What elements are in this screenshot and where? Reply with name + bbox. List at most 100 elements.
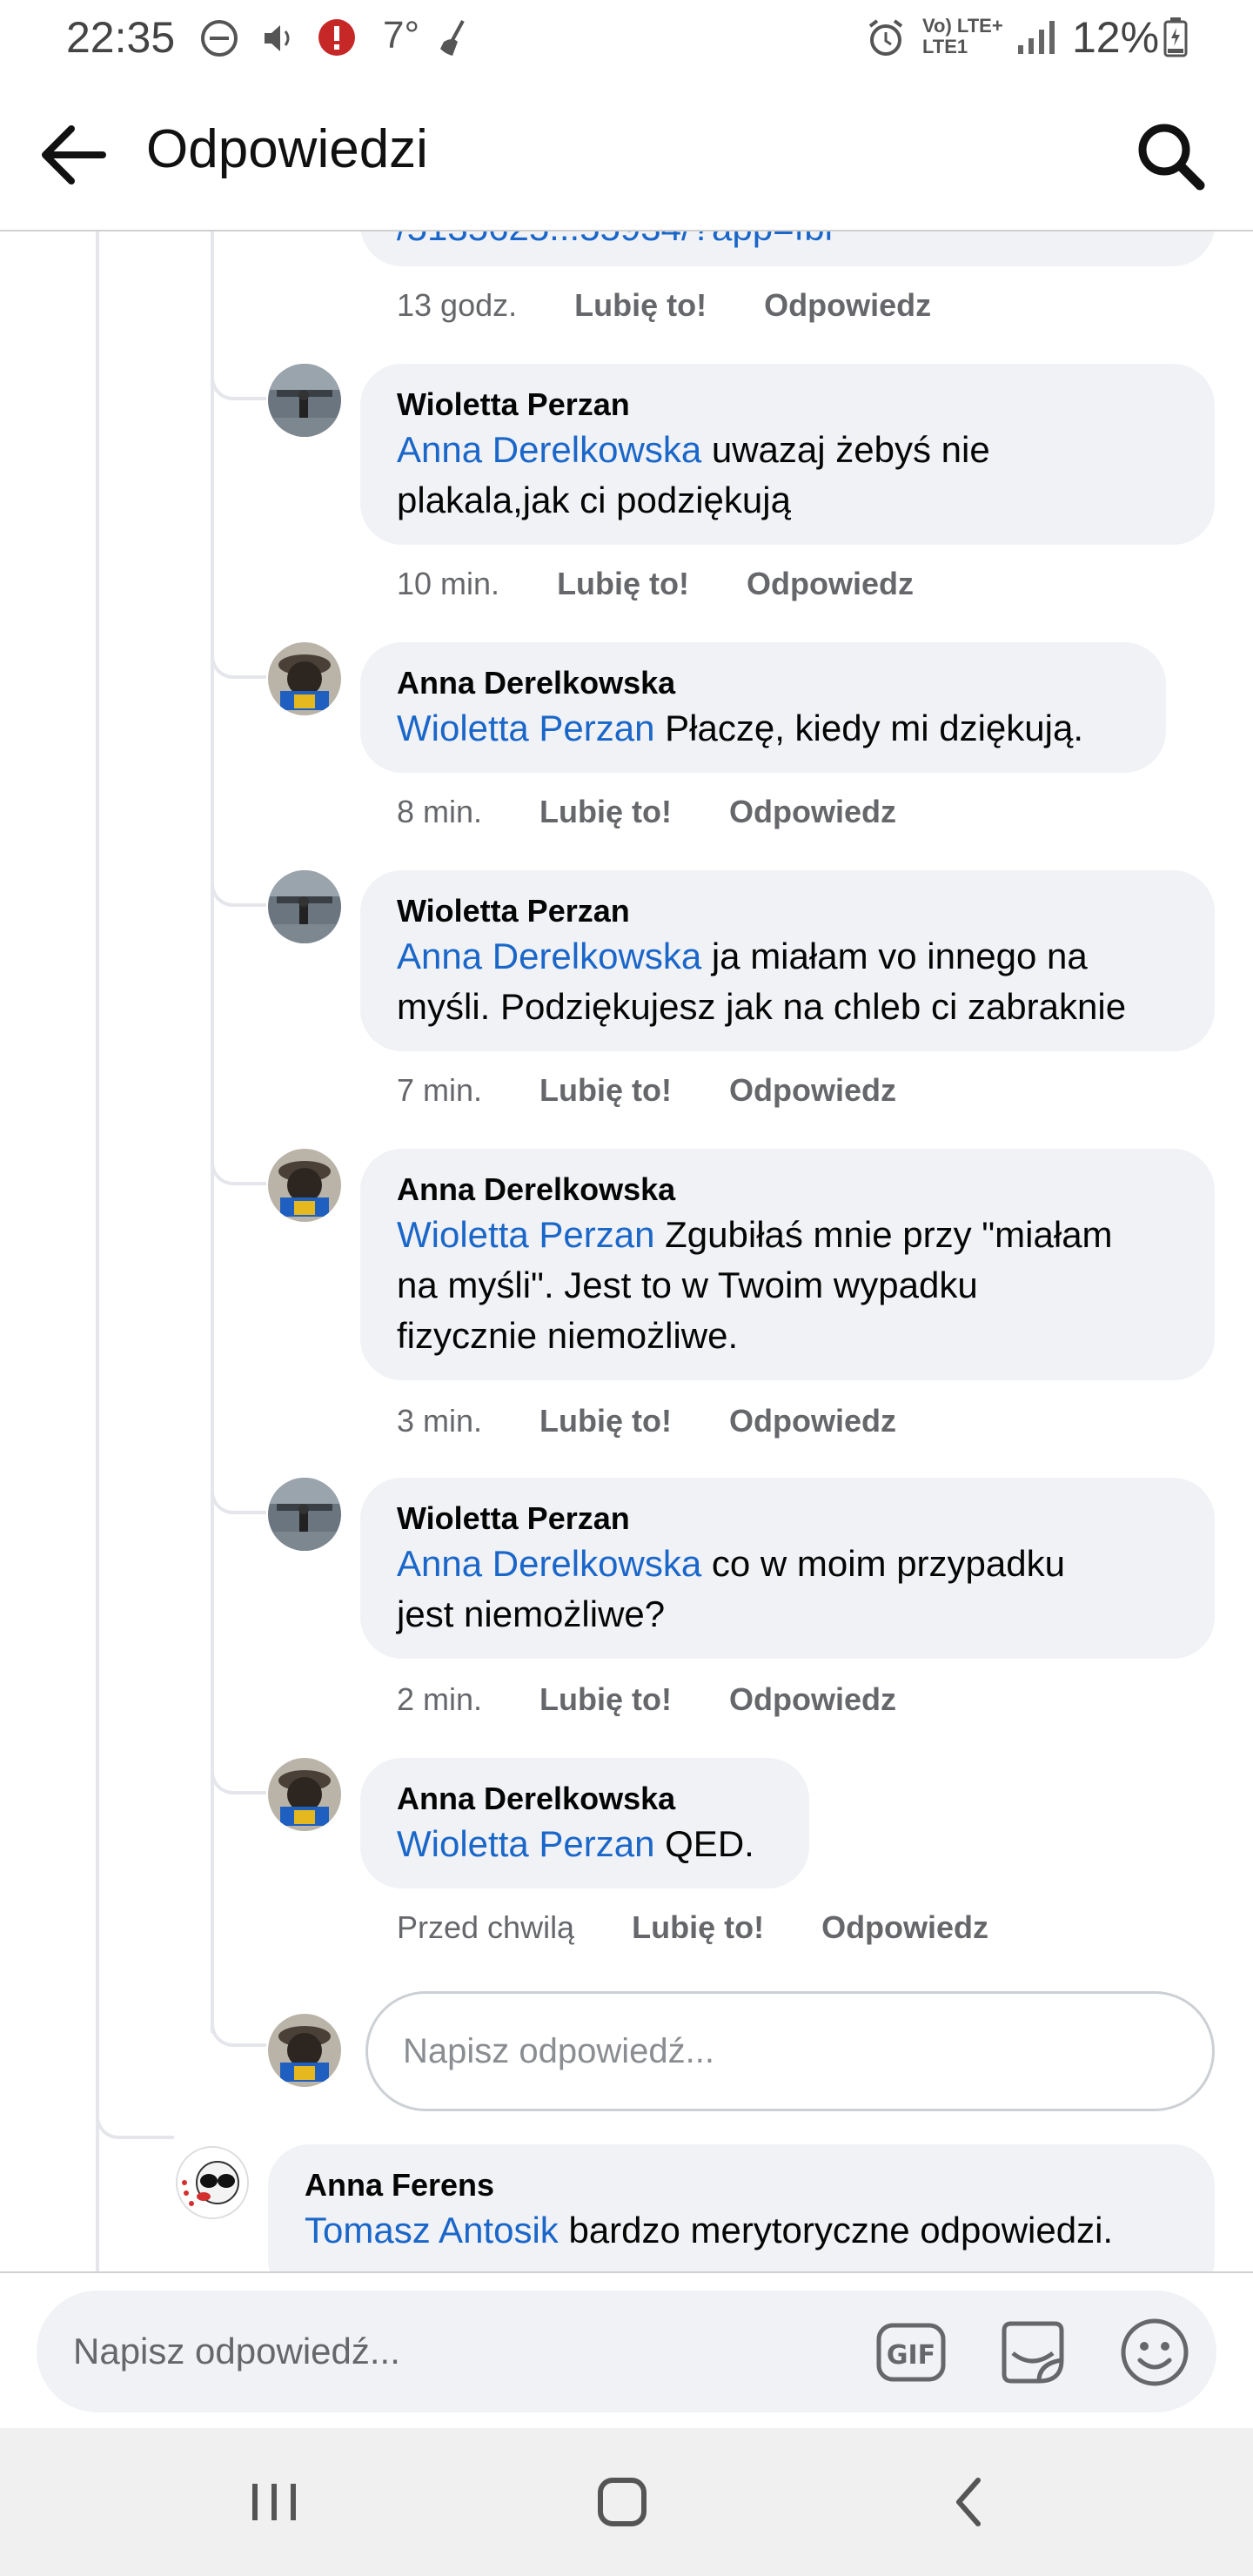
comment-author[interactable]: Wioletta Perzan: [397, 385, 1180, 425]
composer-placeholder: Napisz odpowiedź...: [73, 2331, 400, 2371]
recent-apps-icon[interactable]: [244, 2472, 305, 2532]
thread-connector: [96, 2094, 174, 2139]
reply-button[interactable]: Odpowiedz: [821, 1909, 988, 1945]
comment-bubble[interactable]: Wioletta Perzan Anna Derelkowska uwazaj …: [360, 364, 1215, 545]
avatar[interactable]: [268, 642, 341, 715]
like-button[interactable]: Lubię to!: [539, 1072, 672, 1108]
comment-bubble[interactable]: Anna Derelkowska Wioletta Perzan Zgubiła…: [360, 1149, 1215, 1380]
reply-composer[interactable]: Napisz odpowiedź... GIF: [37, 2291, 1216, 2412]
comment-text-part: ja miałam vo innego na: [701, 936, 1088, 976]
inline-reply-placeholder: Napisz odpowiedź...: [403, 2032, 714, 2070]
status-bar: 22:35 7° Vo) LTE+ LTE1 12%: [0, 0, 1253, 77]
avatar[interactable]: [268, 1478, 341, 1551]
current-user-avatar: [268, 2014, 341, 2087]
system-nav-bar: [0, 2428, 1253, 2576]
comment-meta: 7 min. Lubię to! Odpowiedz: [397, 1072, 954, 1109]
home-icon[interactable]: [592, 2472, 653, 2532]
comment-meta: 8 min. Lubię to! Odpowiedz: [397, 794, 954, 830]
comment-time: 2 min.: [397, 1681, 483, 1717]
like-button[interactable]: Lubię to!: [574, 287, 707, 323]
mention-link[interactable]: Wioletta Perzan: [397, 1823, 654, 1864]
comment-author[interactable]: Anna Ferens: [305, 2165, 1180, 2205]
mention-link[interactable]: Anna Derelkowska: [397, 1543, 701, 1584]
like-button[interactable]: Lubię to!: [632, 1909, 764, 1945]
comment-text: Wioletta Perzan Zgubiłaś mnie przy "miał…: [397, 1210, 1180, 1361]
comment-text: Wioletta Perzan Płaczę, kiedy mi dziękuj…: [397, 703, 1131, 754]
reply-button[interactable]: Odpowiedz: [729, 1681, 896, 1717]
comment-bubble[interactable]: Anna Derelkowska Wioletta Perzan QED.: [360, 1758, 809, 1888]
thread-connector: [211, 632, 266, 679]
comment-text-part: co w moim przypadku: [701, 1543, 1065, 1584]
thread-connector: [211, 353, 266, 400]
reply-button[interactable]: Odpowiedz: [747, 566, 914, 601]
gif-icon[interactable]: GIF: [872, 2313, 950, 2392]
mention-link[interactable]: Wioletta Perzan: [397, 1214, 654, 1255]
search-icon[interactable]: [1131, 117, 1209, 195]
broom-icon: [440, 20, 465, 56]
avatar[interactable]: [268, 1149, 341, 1222]
comment-time: 8 min.: [397, 794, 483, 829]
comment-time: Przed chwilą: [397, 1909, 575, 1945]
reply-button[interactable]: Odpowiedz: [764, 287, 931, 323]
comment-time: 13 godz.: [397, 287, 518, 323]
back-nav-icon[interactable]: [940, 2472, 1001, 2532]
comment-text-part: fizycznie niemożliwe.: [397, 1315, 739, 1356]
composer-bar: Napisz odpowiedź... GIF: [0, 2271, 1253, 2428]
reply-button[interactable]: Odpowiedz: [729, 1072, 896, 1108]
comment-text: Anna Derelkowska uwazaj żebyś nie plakala…: [397, 425, 1180, 526]
comment-time: 7 min.: [397, 1072, 483, 1108]
comment-text-part: na myśli". Jest to w Twoim wypadku: [397, 1265, 978, 1305]
comment-meta: Przed chwilą Lubię to! Odpowiedz: [397, 1909, 1046, 1946]
comment-text-part: plakala,jak ci podziękują: [397, 480, 791, 520]
network-type: Vo) LTE+ LTE1: [922, 15, 1003, 57]
like-button[interactable]: Lubię to!: [539, 1403, 672, 1439]
like-button[interactable]: Lubię to!: [557, 566, 689, 601]
comment-time: 3 min.: [397, 1403, 483, 1439]
comment-bubble[interactable]: Anna Derelkowska Wioletta Perzan Płaczę,…: [360, 642, 1166, 773]
comment-author[interactable]: Anna Derelkowska: [397, 1170, 1180, 1210]
comment-text-part: Zgubiłaś mnie przy "miałam: [654, 1214, 1113, 1255]
comment-text-part: jest niemożliwe?: [397, 1593, 666, 1634]
comment-bubble[interactable]: Wioletta Perzan Anna Derelkowska co w mo…: [360, 1478, 1215, 1659]
comment-time: 10 min.: [397, 566, 500, 601]
inline-reply-input[interactable]: Napisz odpowiedź...: [365, 1991, 1215, 2111]
comment-meta: 13 godz. Lubię to! Odpowiedz: [397, 287, 988, 324]
gif-label: GIF: [887, 2340, 935, 2371]
thread-connector: [211, 1748, 266, 1794]
comment-author[interactable]: Anna Derelkowska: [397, 1779, 774, 1819]
comment-text: Wioletta Perzan QED.: [397, 1819, 774, 1869]
comment-author[interactable]: Anna Derelkowska: [397, 663, 1131, 703]
avatar[interactable]: [268, 1758, 341, 1831]
emoji-icon[interactable]: [1116, 2313, 1194, 2392]
reply-button[interactable]: Odpowiedz: [729, 794, 896, 829]
mention-link[interactable]: Tomasz Antosik: [305, 2210, 559, 2251]
mention-link[interactable]: Anna Derelkowska: [397, 936, 701, 976]
avatar[interactable]: [176, 2146, 249, 2219]
like-button[interactable]: Lubię to!: [539, 794, 672, 829]
comment-author[interactable]: Wioletta Perzan: [397, 891, 1180, 931]
mention-link[interactable]: Anna Derelkowska: [397, 429, 701, 470]
comment-text: Anna Derelkowska co w moim przypadku jest…: [397, 1539, 1180, 1640]
comment-bubble[interactable]: Wioletta Perzan Anna Derelkowska ja miał…: [360, 870, 1215, 1051]
alert-icon: [318, 19, 355, 56]
comment-text: Tomasz Antosik bardzo merytoryczne odpow…: [305, 2205, 1180, 2256]
thread-connector: [211, 860, 266, 907]
comment-text-part: bardzo merytoryczne odpowiedzi.: [558, 2210, 1114, 2251]
weather-temperature: 7°: [383, 14, 420, 57]
battery-icon: [1163, 17, 1188, 57]
avatar[interactable]: [268, 870, 341, 943]
comments-thread[interactable]: /5135625...55934/?app=fbl 13 godz. Lubię …: [0, 231, 1253, 2271]
avatar[interactable]: [268, 364, 341, 437]
like-button[interactable]: Lubię to!: [539, 1681, 672, 1717]
reply-button[interactable]: Odpowiedz: [729, 1403, 896, 1439]
sticker-icon[interactable]: [994, 2313, 1072, 2392]
comment-bubble[interactable]: Anna Ferens Tomasz Antosik bardzo meryto…: [268, 2144, 1215, 2271]
back-arrow-icon[interactable]: [35, 120, 113, 190]
status-time: 22:35: [66, 13, 176, 62]
comment-author[interactable]: Wioletta Perzan: [397, 1499, 1180, 1539]
mention-link[interactable]: Wioletta Perzan: [397, 708, 654, 748]
partial-link-text[interactable]: /5135625...55934/?app=fbl: [397, 231, 833, 249]
app-header: Odpowiedzi: [0, 77, 1253, 231]
thread-line-outer: [96, 231, 99, 2271]
comment-text-part: Płaczę, kiedy mi dziękują.: [654, 708, 1084, 748]
